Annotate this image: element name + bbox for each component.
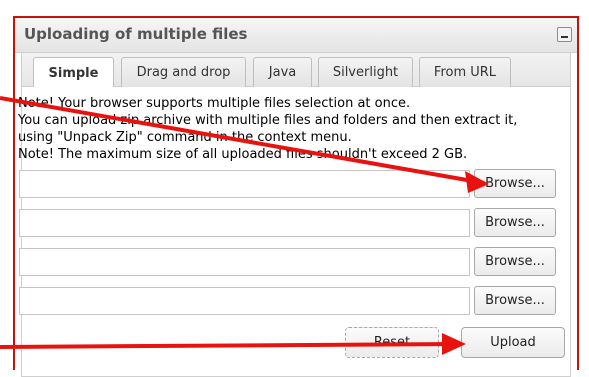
tab-silverlight[interactable]: Silverlight (318, 57, 413, 87)
panel-titlebar: Uploading of multiple files (15, 18, 577, 53)
browse-button-1[interactable]: Browse... (474, 169, 556, 198)
panel-title: Uploading of multiple files (24, 25, 248, 43)
minimize-icon[interactable] (557, 27, 572, 42)
tab-java[interactable]: Java (253, 57, 312, 87)
tab-from-url[interactable]: From URL (419, 57, 511, 87)
browse-button-3[interactable]: Browse... (474, 247, 556, 276)
browse-button-2[interactable]: Browse... (474, 208, 556, 237)
note-max-size: Note! The maximum size of all uploaded f… (18, 147, 468, 162)
browse-button-4[interactable]: Browse... (474, 286, 556, 315)
note-multiple-selection: Note! Your browser supports multiple fil… (18, 96, 411, 111)
file-input-2[interactable] (19, 209, 470, 237)
reset-button[interactable]: Reset (345, 327, 439, 358)
note-unpack-zip: using "Unpack Zip" command in the contex… (18, 130, 352, 145)
file-input-3[interactable] (19, 248, 470, 276)
file-input-1[interactable] (19, 170, 470, 198)
upload-button[interactable]: Upload (461, 327, 565, 358)
tab-simple[interactable]: Simple (33, 57, 114, 88)
note-zip-archive: You can upload zip archive with multiple… (18, 113, 518, 128)
file-input-4[interactable] (19, 287, 470, 315)
tab-drag-and-drop[interactable]: Drag and drop (121, 57, 246, 87)
tab-bar: Simple Drag and drop Java Silverlight Fr… (21, 53, 571, 88)
